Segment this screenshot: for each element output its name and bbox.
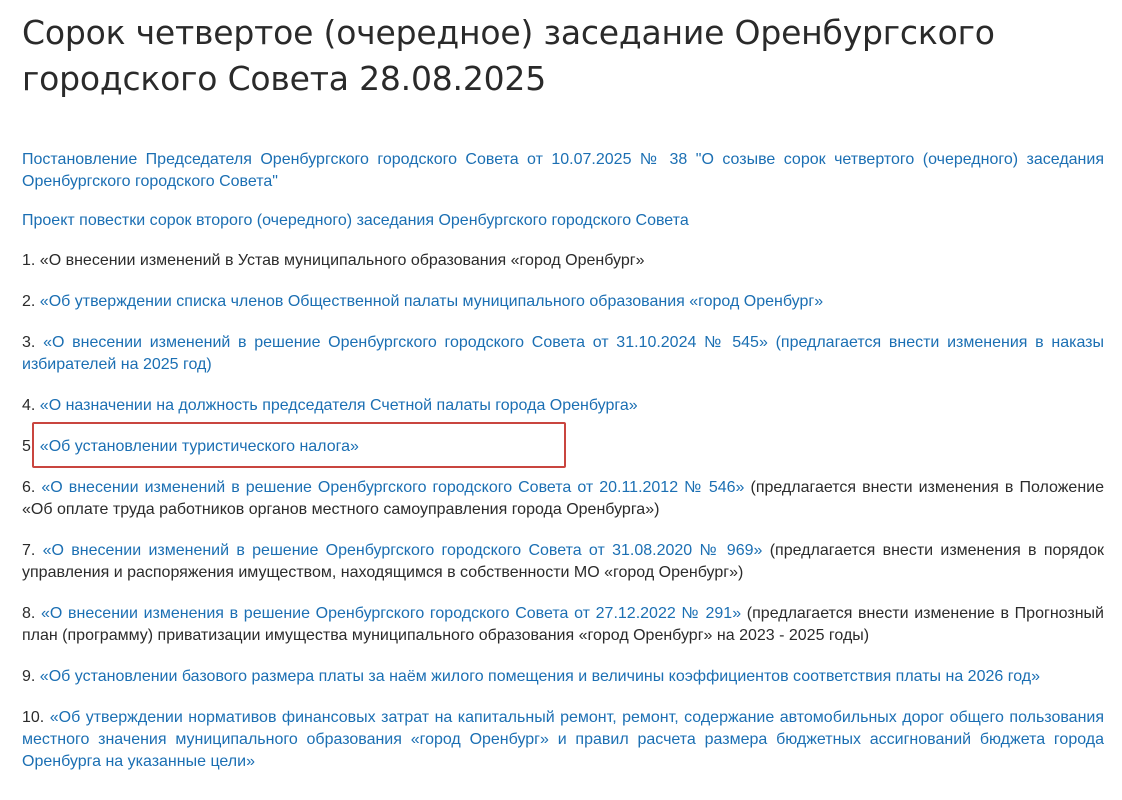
agenda-item-9: 9. «Об установлении базового размера пла… <box>22 666 1104 688</box>
document-page: Сорок четвертое (очередное) заседание Ор… <box>22 0 1104 792</box>
agenda-item-number: 6. <box>22 479 36 496</box>
document-content: Постановление Председателя Оренбургского… <box>22 149 1104 773</box>
agenda-item-4: 4. «О назначении на должность председате… <box>22 395 1104 417</box>
agenda-item-10: 10. «Об утверждении нормативов финансовы… <box>22 707 1104 773</box>
agenda-paragraph: Проект повестки сорок второго (очередног… <box>22 210 1104 232</box>
agenda-item-5: 5. «Об установлении туристического налог… <box>22 436 1104 458</box>
agenda-item-2: 2. «Об утверждении списка членов Обществ… <box>22 291 1104 313</box>
agenda-item-6: 6. «О внесении изменений в решение Оренб… <box>22 477 1104 521</box>
agenda-item-number: 4. <box>22 397 36 414</box>
agenda-item-number: 10. <box>22 709 45 726</box>
agenda-item-1: 1. «О внесении изменений в Устав муницип… <box>22 250 1104 272</box>
agenda-item-number: 5. <box>22 438 36 455</box>
agenda-item-3: 3. «О внесении изменений в решение Оренб… <box>22 332 1104 376</box>
agenda-item-number: 1. <box>22 252 36 269</box>
agenda-item-link[interactable]: «О назначении на должность председателя … <box>40 397 638 414</box>
page-title-line1: Сорок четвертое (очередное) заседание Ор… <box>22 13 995 52</box>
agenda-item-link[interactable]: «Об утверждении списка членов Общественн… <box>40 293 823 310</box>
agenda-item-link[interactable]: «О внесении изменений в решение Оренбург… <box>41 479 744 496</box>
agenda-item-7: 7. «О внесении изменений в решение Оренб… <box>22 540 1104 584</box>
agenda-item-number: 7. <box>22 542 36 559</box>
agenda-item-link[interactable]: «Об утверждении нормативов финансовых за… <box>22 709 1104 770</box>
agenda-item-link[interactable]: «Об установлении туристического налога» <box>40 438 359 455</box>
page-title: Сорок четвертое (очередное) заседание Ор… <box>22 0 1104 102</box>
agenda-item-link[interactable]: «О внесении изменения в решение Оренбург… <box>41 605 741 622</box>
resolution-link[interactable]: Постановление Председателя Оренбургского… <box>22 151 1104 190</box>
agenda-item-8: 8. «О внесении изменения в решение Оренб… <box>22 603 1104 647</box>
page-title-line2: городского Совета 28.08.2025 <box>22 59 547 98</box>
agenda-item-link[interactable]: «О внесении изменений в решение Оренбург… <box>43 542 763 559</box>
agenda-item-number: 9. <box>22 668 36 685</box>
agenda-item-title: «О внесении изменений в Устав муниципаль… <box>39 252 645 269</box>
resolution-paragraph: Постановление Председателя Оренбургского… <box>22 149 1104 193</box>
agenda-link[interactable]: Проект повестки сорок второго (очередног… <box>22 212 689 229</box>
agenda-item-number: 3. <box>22 334 36 351</box>
agenda-item-number: 2. <box>22 293 36 310</box>
agenda-item-number: 8. <box>22 605 36 622</box>
agenda-item-link[interactable]: «О внесении изменений в решение Оренбург… <box>22 334 1104 373</box>
agenda-item-link[interactable]: «Об установлении базового размера платы … <box>40 668 1040 685</box>
